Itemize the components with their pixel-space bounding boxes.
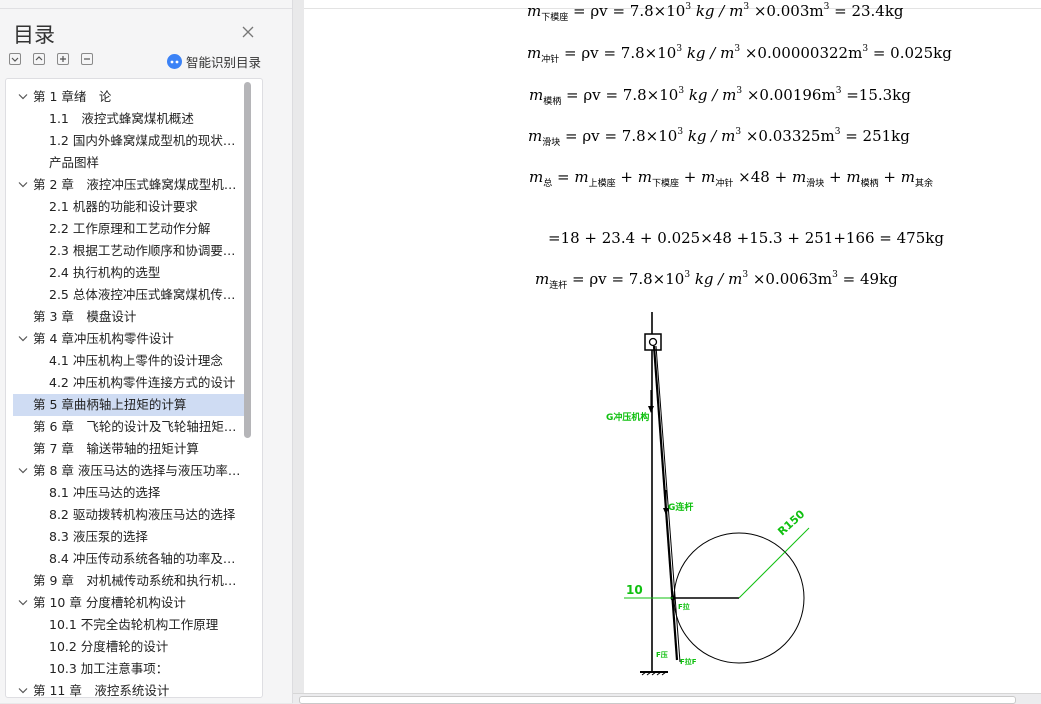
outline-item[interactable]: 第 11 章 液控系统设计 [13, 680, 244, 698]
outline-item-label: 10.2 分度槽轮的设计 [49, 639, 169, 654]
outline-item-label: 4.1 冲压机构上零件的设计理念 [49, 353, 223, 368]
outline-item-label: 8.4 冲压传动系统各轴的功率及扭矩… [49, 551, 241, 566]
outline-item-label: 2.1 机器的功能和设计要求 [49, 199, 198, 214]
outline-item[interactable]: 第 10 章 分度槽轮机构设计 [13, 592, 244, 614]
outline-item[interactable]: 4.2 冲压机构零件连接方式的设计 [13, 372, 244, 394]
equation-mass-lower-die: m下模座 = ρv = 7.8×103 kg / m3 ×0.003m3 = 2… [527, 2, 904, 23]
outline-item-label: 2.5 总体液控冲压式蜂窝煤机传动方… [49, 287, 241, 302]
outline-item[interactable]: 10.2 分度槽轮的设计 [13, 636, 244, 658]
outline-item[interactable]: 1.1 液控式蜂窝煤机概述 [13, 108, 244, 130]
outline-item[interactable]: 8.1 冲压马达的选择 [13, 482, 244, 504]
outline-item[interactable]: 第 4 章冲压机构零件设计 [13, 328, 244, 350]
equation-mass-die-handle: m模柄 = ρv = 7.8×103 kg / m3 ×0.00196m3 =1… [529, 86, 911, 107]
outline-item[interactable]: 第 7 章 输送带轴的扭矩计算 [13, 438, 244, 460]
outline-item-label: 8.1 冲压马达的选择 [49, 485, 161, 500]
chevron-down-icon[interactable] [18, 93, 28, 101]
outline-item[interactable]: 第 6 章 飞轮的设计及飞轮轴扭矩的… [13, 416, 244, 438]
outline-item-label: 1.2 国内外蜂窝煤成型机的现状简介… [49, 133, 241, 148]
outline-item[interactable]: 2.4 执行机构的选型 [13, 262, 244, 284]
expand-all-icon[interactable] [57, 53, 69, 65]
outline-item[interactable]: 8.3 液压泵的选择 [13, 526, 244, 548]
outline-item[interactable]: 第 2 章 液控冲压式蜂窝煤成型机的… [13, 174, 244, 196]
outline-item-label: 2.2 工作原理和工艺动作分解 [49, 221, 211, 236]
chevron-down-icon[interactable] [18, 467, 28, 475]
expand-level-icon[interactable] [9, 53, 21, 65]
outline-item-label: 4.2 冲压机构零件连接方式的设计 [49, 375, 236, 390]
outline-item[interactable]: 10.1 不完全齿轮机构工作原理 [13, 614, 244, 636]
outline-item-label: 第 6 章 飞轮的设计及飞轮轴扭矩的… [33, 419, 241, 434]
outline-item-label: 第 3 章 模盘设计 [33, 309, 137, 324]
outline-item[interactable]: 第 5 章曲柄轴上扭矩的计算 [13, 394, 244, 416]
slider-box [644, 333, 662, 351]
outline-title: 目录 [13, 23, 55, 47]
label-g-rod: G连杆 [668, 501, 693, 513]
outline-item[interactable]: 8.2 驱动拨转机构液压马达的选择 [13, 504, 244, 526]
outline-scrollbar[interactable] [244, 82, 251, 438]
outline-item-label: 第 10 章 分度槽轮机构设计 [33, 595, 186, 610]
outline-item-label: 2.4 执行机构的选型 [49, 265, 161, 280]
outline-item[interactable]: 1.2 国内外蜂窝煤成型机的现状简介… [13, 130, 244, 152]
outline-item[interactable]: 第 1 章绪 论 [13, 86, 244, 108]
outline-pane: 目录 智能识别目录 第 1 章绪 论 1.1 液控式蜂窝煤机概述 1.2 国内外蜂窝… [0, 0, 293, 703]
outline-item[interactable]: 8.4 冲压传动系统各轴的功率及扭矩… [13, 548, 244, 570]
outline-item[interactable]: 10.3 加工注意事项： [13, 658, 244, 680]
outline-item[interactable]: 2.5 总体液控冲压式蜂窝煤机传动方… [13, 284, 244, 306]
label-force-1: F拉 [678, 602, 690, 611]
outline-item-label: 第 5 章曲柄轴上扭矩的计算 [33, 397, 187, 412]
chevron-down-icon[interactable] [18, 687, 28, 695]
outline-item-label: 第 9 章 对机械传动系统和执行机构… [33, 573, 241, 588]
document-page: m下模座 = ρv = 7.8×103 kg / m3 ×0.003m3 = 2… [304, 0, 1041, 703]
equation-mass-connecting-rod: m连杆 = ρv = 7.8×103 kg / m3 ×0.0063m3 = 4… [535, 270, 898, 291]
equation-mass-slider: m滑块 = ρv = 7.8×103 kg / m3 ×0.03325m3 = … [528, 127, 910, 148]
equation-total-sum: =18 + 23.4 + 0.025×48 +15.3 + 251+166 = … [548, 229, 944, 247]
collapse-level-icon[interactable] [33, 53, 45, 65]
horizontal-scrollbar[interactable] [293, 693, 1041, 704]
equation-mass-total: m总 = m上模座 + m下模座 + m冲针 ×48 + m滑块 + m模柄 +… [529, 168, 933, 189]
outline-item-label: 8.2 驱动拨转机构液压马达的选择 [49, 507, 236, 522]
chevron-down-icon[interactable] [18, 335, 28, 343]
crank-mechanism-diagram: G冲压机构 G连杆 R150 10 F拉 F压 F拉F [606, 312, 810, 676]
outline-top-border [0, 0, 292, 9]
outline-item[interactable]: 2.1 机器的功能和设计要求 [13, 196, 244, 218]
smart-toc-label: 智能识别目录 [186, 55, 262, 70]
outline-item[interactable]: 第 3 章 模盘设计 [13, 306, 244, 328]
outline-item-label: 第 4 章冲压机构零件设计 [33, 331, 174, 346]
ai-icon [167, 54, 182, 69]
outline-item-label: 第 1 章绪 论 [33, 89, 112, 104]
chevron-down-icon[interactable] [18, 599, 28, 607]
outline-item-label: 第 8 章 液压马达的选择与液压功率的… [33, 463, 241, 478]
outline-item[interactable]: 第 8 章 液压马达的选择与液压功率的… [13, 460, 244, 482]
radius-line [738, 527, 810, 599]
outline-item-label: 第 11 章 液控系统设计 [33, 683, 170, 698]
collapse-all-icon[interactable] [81, 53, 93, 65]
label-g-mechanism: G冲压机构 [606, 411, 649, 423]
outline-item[interactable]: 4.1 冲压机构上零件的设计理念 [13, 350, 244, 372]
smart-toc-button[interactable]: 智能识别目录 [167, 52, 261, 71]
outline-item-label: 1.1 液控式蜂窝煤机概述 [49, 111, 194, 126]
outline-item-label: 第 7 章 输送带轴的扭矩计算 [33, 441, 199, 456]
outline-item-label: 2.3 根据工艺动作顺序和协调要求拟… [49, 243, 241, 258]
outline-item-label: 第 2 章 液控冲压式蜂窝煤成型机的… [33, 177, 241, 192]
chevron-down-icon[interactable] [18, 181, 28, 189]
outline-item-label: 8.3 液压泵的选择 [49, 529, 148, 544]
close-icon[interactable] [240, 24, 256, 40]
force-arrowhead-1 [648, 406, 654, 413]
label-force-2: F压 [656, 650, 668, 659]
equation-mass-punch-needle: m冲针 = ρv = 7.8×103 kg / m3 ×0.00000322m3… [527, 44, 952, 65]
outline-item[interactable]: 产品图样 [13, 152, 244, 174]
outline-item[interactable]: 第 9 章 对机械传动系统和执行机构… [13, 570, 244, 592]
label-force-3: F拉F [680, 657, 697, 666]
outline-tree: 第 1 章绪 论 1.1 液控式蜂窝煤机概述 1.2 国内外蜂窝煤成型机的现状简介…… [5, 78, 263, 698]
outline-item[interactable]: 2.3 根据工艺动作顺序和协调要求拟… [13, 240, 244, 262]
label-dimension: 10 [626, 583, 643, 597]
outline-item-label: 10.3 加工注意事项： [49, 661, 169, 676]
outline-item-label: 产品图样 [49, 155, 100, 170]
outline-item-label: 10.1 不完全齿轮机构工作原理 [49, 617, 219, 632]
outline-item[interactable]: 2.2 工作原理和工艺动作分解 [13, 218, 244, 240]
